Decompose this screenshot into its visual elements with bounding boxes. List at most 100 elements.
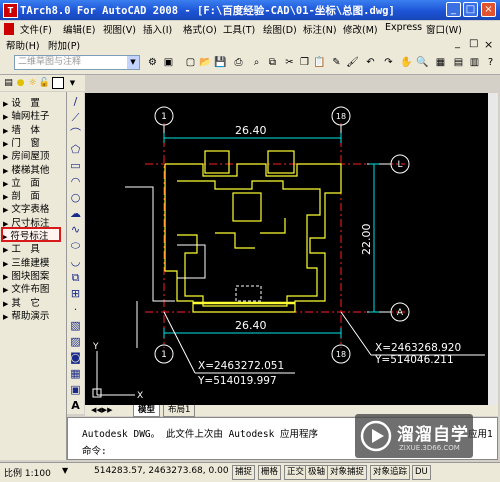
menu-help[interactable]: 帮助(H) (6, 38, 40, 52)
expand-arrow-icon: ▶ (3, 312, 9, 321)
menu-insert[interactable]: 插入(I) (143, 22, 172, 36)
doc-minimize-button[interactable]: _ (455, 38, 460, 49)
otrack-button[interactable]: 对象追踪 (370, 465, 411, 480)
menu-tools[interactable]: 工具(T) (223, 22, 255, 36)
print-icon[interactable]: ⎙ (232, 56, 245, 69)
image-icon[interactable]: ▣ (69, 383, 82, 396)
revcloud-icon[interactable]: ☁ (69, 207, 82, 220)
hatch-icon[interactable]: ▧ (69, 319, 82, 332)
design-center-icon[interactable]: ▤ (452, 56, 465, 69)
menu-draw[interactable]: 绘图(D) (263, 22, 297, 36)
spline-icon[interactable]: ∿ (69, 223, 82, 236)
sidebar-item[interactable]: ▶ 房间屋顶 (3, 148, 63, 162)
menu-express[interactable]: Express (385, 22, 422, 33)
sidebar-item[interactable]: ▶ 设 置 (3, 95, 63, 109)
scale-readout[interactable]: 比例 1:100 (4, 466, 51, 479)
new-icon[interactable]: ▢ (184, 56, 197, 69)
lock-icon[interactable]: 🔓 (38, 77, 51, 90)
sidebar-item[interactable]: ▶ 剖 面 (3, 188, 63, 202)
paste-icon[interactable]: 📋 (313, 56, 326, 69)
redo-icon[interactable]: ↷ (382, 56, 395, 69)
tab-layout1[interactable]: 布局1 (163, 405, 196, 417)
menu-dimension[interactable]: 标注(N) (303, 22, 337, 36)
match-icon[interactable]: ✎ (330, 56, 343, 69)
open-icon[interactable]: 📂 (199, 56, 212, 69)
layer-toolbar: ▤ ● ☼ 🔓 ▼ (0, 75, 85, 91)
doc-maximize-button[interactable]: □ (469, 38, 478, 49)
brush-icon[interactable]: 🖌 (346, 56, 359, 69)
sidebar-item[interactable]: ▶ 符号标注 (1, 227, 61, 242)
drawing-canvas[interactable]: 1 18 L A 1 18 26.40 26.40 22.00 X=246327… (85, 93, 498, 405)
axis-label-18-top: 18 (336, 112, 346, 121)
sidebar-item[interactable]: ▶ 墙 体 (3, 122, 63, 136)
region-icon[interactable]: ◙ (69, 351, 82, 364)
sidebar-item[interactable]: ▶ 门 窗 (3, 135, 63, 149)
point-icon[interactable]: · (69, 303, 82, 316)
chevron-down-icon[interactable]: ▼ (66, 77, 79, 90)
sidebar-item[interactable]: ▶ 图块图案 (3, 268, 63, 282)
publish-icon[interactable]: ⧉ (266, 56, 279, 69)
make-block-icon[interactable]: ⊞ (69, 287, 82, 300)
line-icon[interactable]: / (69, 95, 82, 108)
construction-line-icon[interactable]: ⟋ (69, 111, 82, 124)
undo-icon[interactable]: ↶ (364, 56, 377, 69)
sidebar-item[interactable]: ▶ 立 面 (3, 175, 63, 189)
preview-icon[interactable]: ⌕ (250, 56, 263, 69)
ortho-button[interactable]: 正交 (284, 465, 308, 480)
sidebar-item[interactable]: ▶ 轴网柱子 (3, 108, 63, 122)
sidebar-item[interactable]: ▶ 楼梯其他 (3, 162, 63, 176)
color-swatch[interactable] (52, 77, 64, 89)
insert-block-icon[interactable]: ⧉ (69, 271, 82, 284)
tab-model[interactable]: 模型 (133, 405, 161, 417)
ellipse-icon[interactable]: ⬭ (69, 239, 82, 252)
rectangle-icon[interactable]: ▭ (69, 159, 82, 172)
table-icon[interactable]: ▦ (69, 367, 82, 380)
workspace-dropdown[interactable]: 二维草图与注释 ▼ (14, 55, 140, 70)
sidebar-item[interactable]: ▶ 三维建模 (3, 255, 63, 269)
polar-button[interactable]: 极轴 (305, 465, 329, 480)
ellipse-arc-icon[interactable]: ◡ (69, 255, 82, 268)
toolbar-icon-a[interactable]: ▣ (162, 56, 175, 69)
tab-nav-arrows[interactable]: ◀◀▶▶ (87, 405, 117, 416)
doc-close-button[interactable]: × (484, 38, 493, 51)
close-button[interactable]: × (481, 2, 496, 17)
mtext-icon[interactable]: A (69, 399, 82, 412)
copy-icon[interactable]: ❐ (298, 56, 311, 69)
menu-addon[interactable]: 附加(P) (48, 38, 80, 52)
maximize-button[interactable]: □ (463, 2, 478, 17)
sidebar-item[interactable]: ▶ 帮助演示 (3, 308, 63, 322)
cut-icon[interactable]: ✂ (283, 56, 296, 69)
gradient-icon[interactable]: ▨ (69, 335, 82, 348)
menu-file[interactable]: 文件(F) (20, 22, 52, 36)
menu-edit[interactable]: 编辑(E) (63, 22, 95, 36)
menu-view[interactable]: 视图(V) (103, 22, 136, 36)
chevron-down-icon[interactable]: ▼ (62, 466, 68, 475)
polyline-icon[interactable]: ⌒ (69, 127, 82, 140)
palettes-icon[interactable]: ▥ (468, 56, 481, 69)
help-icon[interactable]: ? (484, 56, 497, 69)
arc-icon[interactable]: ◠ (69, 175, 82, 188)
pan-icon[interactable]: ✋ (400, 56, 413, 69)
polygon-icon[interactable]: ⬠ (69, 143, 82, 156)
minimize-button[interactable]: _ (446, 2, 461, 17)
osnap-button[interactable]: 对象捕捉 (327, 465, 368, 480)
properties-icon[interactable]: ▦ (434, 56, 447, 69)
sidebar-item[interactable]: ▶ 工 具 (3, 241, 63, 255)
sidebar-item[interactable]: ▶ 尺寸标注 (3, 215, 63, 229)
menu-format[interactable]: 格式(O) (183, 22, 217, 36)
sidebar-item[interactable]: ▶ 其 它 (3, 295, 63, 309)
grid-button[interactable]: 栅格 (258, 465, 282, 480)
save-icon[interactable]: 💾 (214, 56, 227, 69)
sidebar-item[interactable]: ▶ 文件布图 (3, 281, 63, 295)
workspace-settings-icon[interactable]: ⚙ (146, 56, 159, 69)
menu-modify[interactable]: 修改(M) (343, 22, 378, 36)
menu-window[interactable]: 窗口(W) (426, 22, 462, 36)
expand-arrow-icon: ▶ (3, 219, 9, 228)
vertical-scrollbar[interactable] (488, 93, 498, 405)
doc-icon[interactable] (4, 23, 14, 35)
sidebar-item[interactable]: ▶ 文字表格 (3, 201, 63, 215)
snap-button[interactable]: 捕捉 (232, 465, 256, 480)
ducs-button[interactable]: DU (412, 465, 431, 480)
zoom-icon[interactable]: 🔍 (416, 56, 429, 69)
circle-icon[interactable]: ○ (69, 191, 82, 204)
